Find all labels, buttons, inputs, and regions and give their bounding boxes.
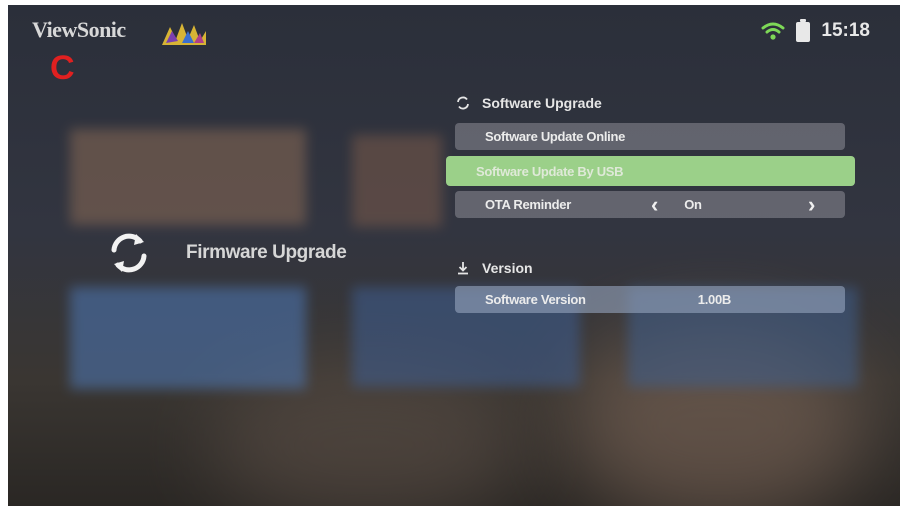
background-tile	[352, 135, 442, 227]
sync-icon	[444, 96, 482, 110]
software-update-online-label: Software Update Online	[485, 129, 626, 144]
version-header: Version	[444, 256, 849, 280]
ota-reminder-label: OTA Reminder	[485, 197, 571, 212]
software-upgrade-header: Software Upgrade	[444, 91, 849, 115]
annotation-marker: C	[50, 49, 75, 87]
background-tile	[70, 287, 306, 389]
wifi-icon	[761, 22, 785, 40]
ota-reminder-value: On	[684, 197, 702, 212]
ota-reminder-item[interactable]: OTA Reminder ‹ On ›	[455, 191, 845, 218]
software-update-by-usb-label: Software Update By USB	[476, 163, 624, 179]
projector-screen: ViewSonic C 15:18 Firmware Upgrade Softw…	[8, 5, 900, 506]
chevron-right-icon[interactable]: ›	[808, 192, 815, 218]
software-version-label: Software Version	[485, 292, 586, 307]
software-version-value: 1.00B	[697, 292, 732, 307]
software-version-item[interactable]: Software Version 1.00B	[455, 286, 845, 313]
chevron-left-icon[interactable]: ‹	[651, 192, 658, 218]
background-tile	[70, 129, 306, 225]
software-update-by-usb-item[interactable]: Software Update By USB	[446, 156, 855, 186]
software-upgrade-title: Software Upgrade	[482, 95, 602, 111]
viewsonic-birds-logo-icon	[162, 23, 206, 45]
battery-icon	[796, 19, 811, 42]
download-icon	[444, 261, 482, 275]
sync-icon	[111, 233, 147, 273]
clock-time: 15:18	[821, 20, 870, 41]
version-title: Version	[482, 260, 533, 276]
settings-panel: Software Upgrade Software Update Online …	[444, 91, 855, 313]
software-update-online-item[interactable]: Software Update Online	[455, 123, 845, 150]
firmware-upgrade-item[interactable]: Firmware Upgrade	[106, 230, 347, 276]
status-bar: 15:18	[761, 19, 870, 43]
viewsonic-logo: ViewSonic	[32, 17, 126, 42]
firmware-upgrade-label: Firmware Upgrade	[186, 242, 347, 263]
